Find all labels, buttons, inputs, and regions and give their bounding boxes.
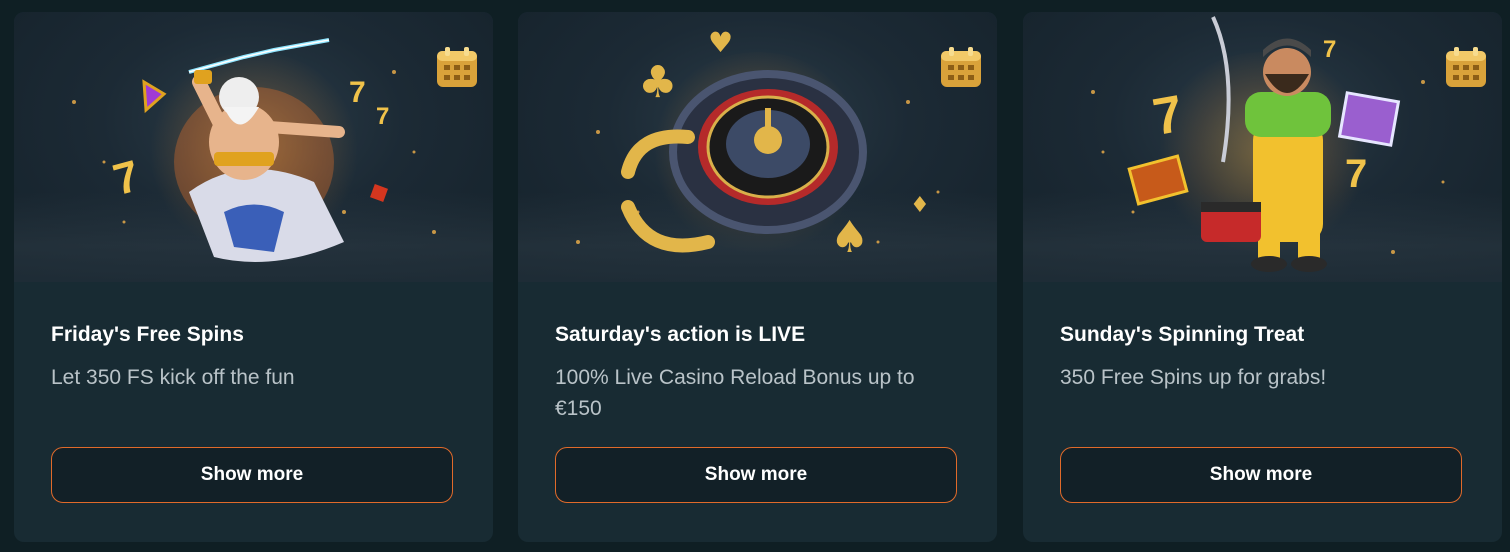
svg-text:7: 7 — [1323, 36, 1336, 63]
calendar-icon — [941, 47, 981, 87]
svg-text:7: 7 — [1149, 85, 1188, 147]
calendar-icon — [437, 47, 477, 87]
promotions-grid: 7 7 7 Friday's Free Spins Let 350 FS kic… — [0, 0, 1510, 552]
promo-image-zeus: 7 7 7 — [14, 12, 493, 282]
svg-text:♠: ♠ — [830, 212, 869, 263]
promo-card-saturday: ♣ ♥ ♠ ♦ Saturday's action is LIVE 100% L… — [518, 12, 997, 542]
svg-text:7: 7 — [108, 151, 144, 205]
fisherman-illustration: 7 7 7 — [1091, 16, 1445, 272]
promo-image-fisherman: 7 7 7 — [1023, 12, 1502, 282]
promo-description: 350 Free Spins up for grabs! — [1060, 366, 1327, 389]
zeus-illustration: 7 7 7 — [72, 38, 436, 262]
promo-card-sunday: 7 7 7 Sunday's Spinning Treat 350 Free S… — [1023, 12, 1502, 542]
promo-title: Friday's Free Spins — [51, 323, 244, 346]
roulette-illustration: ♣ ♥ ♠ ♦ — [576, 26, 940, 263]
svg-text:♣: ♣ — [638, 57, 677, 108]
show-more-button[interactable]: Show more — [1060, 447, 1462, 503]
svg-text:7: 7 — [349, 76, 366, 109]
promo-card-friday: 7 7 7 Friday's Free Spins Let 350 FS kic… — [14, 12, 493, 542]
promo-title: Saturday's action is LIVE — [555, 323, 806, 346]
svg-text:♥: ♥ — [708, 26, 733, 59]
promo-image-roulette: ♣ ♥ ♠ ♦ — [518, 12, 997, 282]
calendar-icon — [1446, 47, 1486, 87]
promo-title: Sunday's Spinning Treat — [1060, 323, 1305, 346]
promo-description: Let 350 FS kick off the fun — [51, 366, 295, 389]
svg-text:♦: ♦ — [910, 193, 930, 218]
show-more-button[interactable]: Show more — [555, 447, 957, 503]
promo-description: 100% Live Casino Reload Bonus up to €150 — [555, 366, 915, 420]
show-more-button[interactable]: Show more — [51, 447, 453, 503]
svg-text:7: 7 — [1345, 152, 1367, 196]
svg-text:7: 7 — [376, 103, 389, 130]
